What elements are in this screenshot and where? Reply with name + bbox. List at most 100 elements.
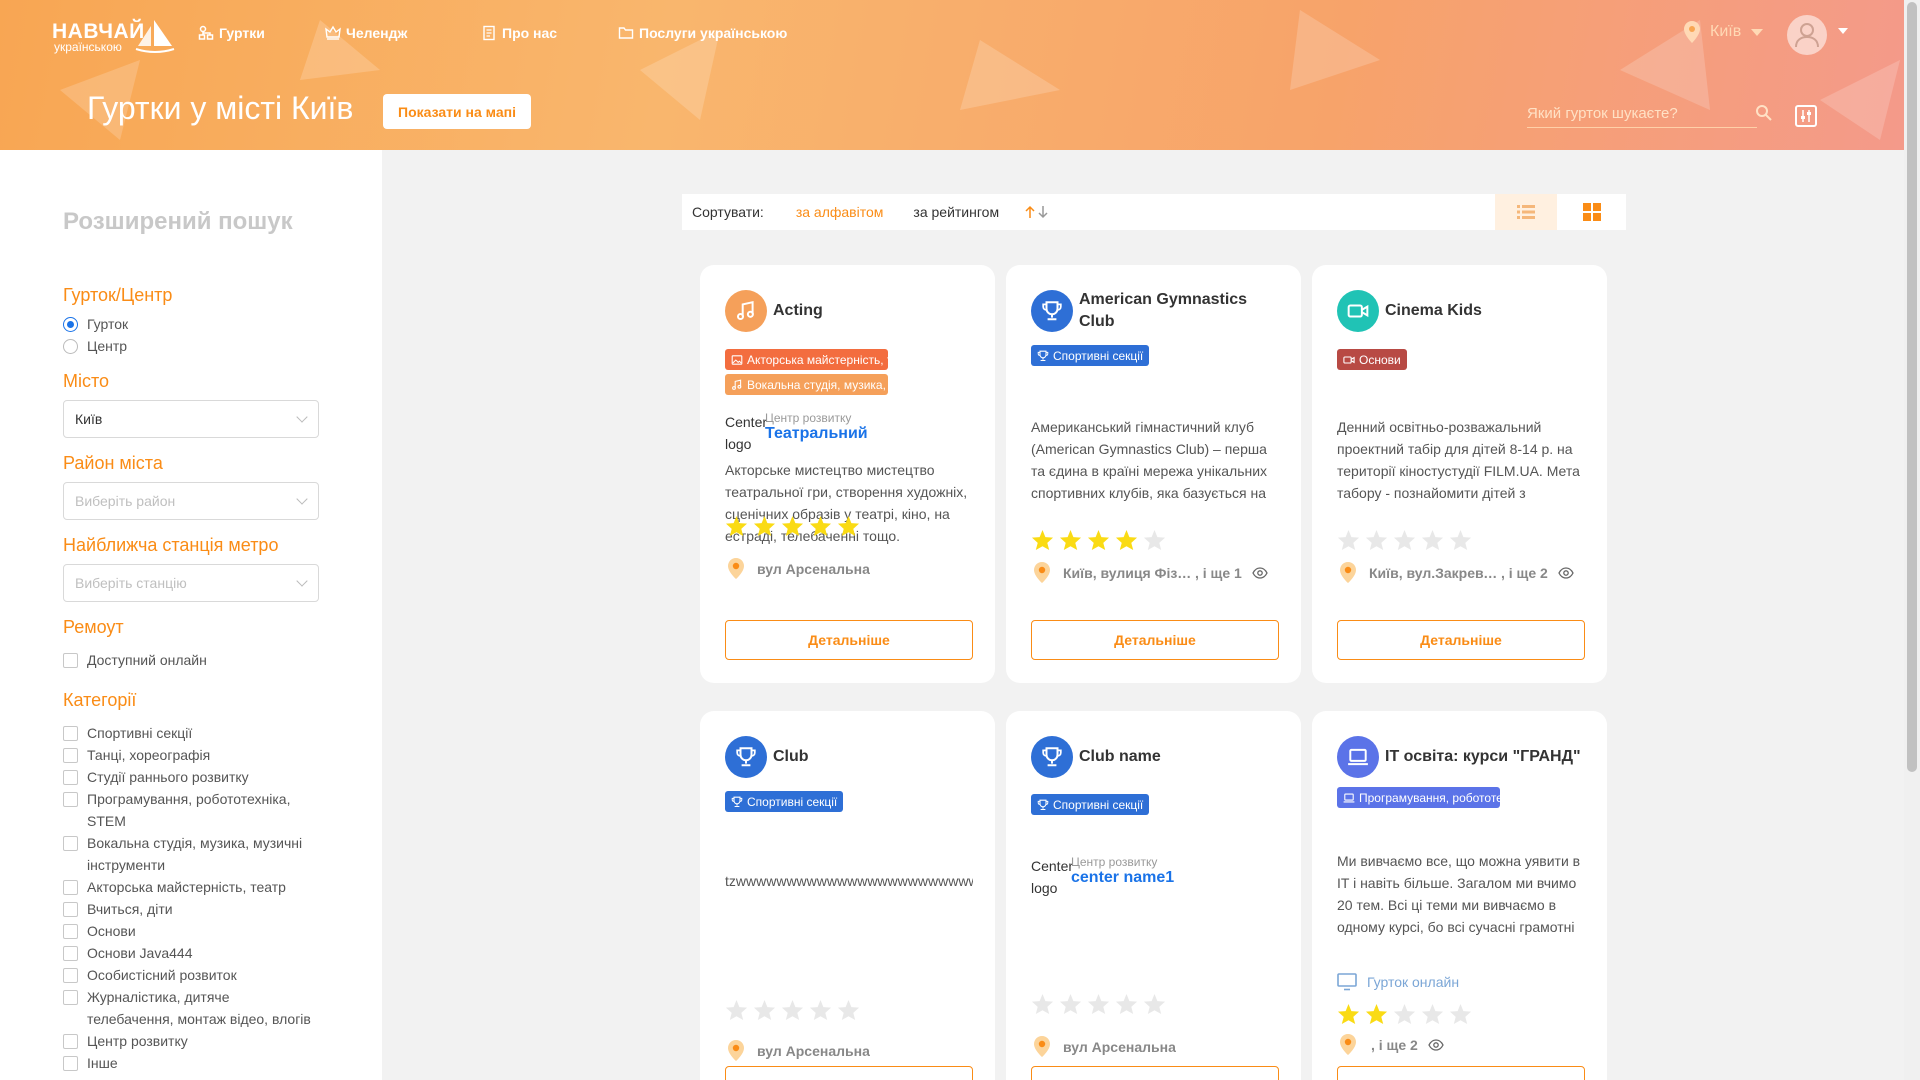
category-option[interactable]: Інше bbox=[63, 1052, 317, 1074]
category-tag[interactable]: Акторська майстерність, театр bbox=[725, 349, 888, 370]
rating-star-icon[interactable] bbox=[1143, 529, 1166, 551]
club-title[interactable]: IT освіта: курси "ГРАНД" bbox=[1385, 746, 1590, 768]
rating-star-icon[interactable] bbox=[1115, 529, 1138, 551]
club-title[interactable]: Cinema Kids bbox=[1385, 300, 1590, 322]
club-card[interactable]: IT освіта: курси "ГРАНД" Програмування, р… bbox=[1312, 711, 1607, 1080]
rating-stars[interactable] bbox=[1031, 529, 1166, 551]
rating-star-icon[interactable] bbox=[725, 515, 748, 537]
checkbox[interactable] bbox=[63, 770, 78, 785]
club-card[interactable]: American Gymnastics Club Спортивні секції… bbox=[1006, 265, 1301, 683]
radio-button[interactable] bbox=[63, 317, 78, 332]
category-option[interactable]: Акторська майстерність, театр bbox=[63, 876, 317, 898]
category-option[interactable]: Основи bbox=[63, 920, 317, 942]
rating-stars[interactable] bbox=[1337, 1003, 1472, 1025]
category-option[interactable]: Особистісний розвиток bbox=[63, 964, 317, 986]
checkbox[interactable] bbox=[63, 880, 78, 895]
checkbox[interactable] bbox=[63, 990, 78, 1005]
logo[interactable]: НАВЧАЙ українською bbox=[52, 18, 175, 58]
rating-star-icon[interactable] bbox=[1087, 529, 1110, 551]
rating-star-icon[interactable] bbox=[1059, 993, 1082, 1015]
rating-star-icon[interactable] bbox=[1393, 529, 1416, 551]
category-tag[interactable]: Спортивні секції bbox=[1031, 794, 1150, 815]
center-block[interactable]: Center logo Центр розвитку center name1 bbox=[1031, 855, 1174, 899]
nav-clubs[interactable]: Гуртки bbox=[198, 25, 265, 41]
category-option[interactable]: Центр розвитку bbox=[63, 1030, 317, 1052]
rating-star-icon[interactable] bbox=[1365, 1003, 1388, 1025]
rating-stars[interactable] bbox=[725, 515, 860, 537]
search-input[interactable] bbox=[1527, 100, 1727, 126]
sort-by-alphabet[interactable]: за алфавітом bbox=[796, 204, 884, 220]
club-address[interactable]: Київ, вулиця Фізкультури, і ще 1 bbox=[1031, 561, 1268, 585]
checkbox[interactable] bbox=[63, 653, 78, 668]
category-option[interactable]: Танці, хореографія bbox=[63, 744, 317, 766]
club-title[interactable]: American Gymnastics Club bbox=[1079, 289, 1284, 333]
category-option[interactable]: Студії раннього розвитку bbox=[63, 766, 317, 788]
club-address[interactable]: Київ, вул.Закревського, і ще 2 bbox=[1337, 561, 1574, 585]
type-option-center[interactable]: Центр bbox=[63, 335, 127, 357]
club-address[interactable]: вул Арсенальна bbox=[725, 557, 870, 581]
checkbox[interactable] bbox=[63, 924, 78, 939]
rating-star-icon[interactable] bbox=[837, 999, 860, 1021]
rating-star-icon[interactable] bbox=[809, 999, 832, 1021]
details-button[interactable]: Детальніше bbox=[1031, 1066, 1279, 1080]
page-scrollbar[interactable] bbox=[1904, 0, 1920, 1080]
remote-option[interactable]: Доступний онлайн bbox=[63, 649, 207, 671]
rating-star-icon[interactable] bbox=[1059, 529, 1082, 551]
category-tag[interactable]: Основи bbox=[1337, 349, 1407, 370]
category-option[interactable]: Основи Java444 bbox=[63, 942, 317, 964]
category-tag[interactable]: Програмування, робототехніка, STEM bbox=[1337, 787, 1500, 808]
city-select[interactable]: Київ bbox=[1682, 20, 1764, 44]
rating-star-icon[interactable] bbox=[1115, 993, 1138, 1015]
grid-view-button[interactable] bbox=[1557, 194, 1626, 230]
type-option-club[interactable]: Гурток bbox=[63, 313, 128, 335]
center-block[interactable]: Center logo Центр розвитку Театральний bbox=[725, 411, 868, 455]
club-card[interactable]: Club name Спортивні секції Center logo Цент… bbox=[1006, 711, 1301, 1080]
category-option[interactable]: Вчиться, діти bbox=[63, 898, 317, 920]
rating-stars[interactable] bbox=[1337, 529, 1472, 551]
checkbox[interactable] bbox=[63, 748, 78, 763]
checkbox[interactable] bbox=[63, 946, 78, 961]
sort-direction-toggle[interactable] bbox=[1024, 205, 1050, 219]
club-address[interactable]: вул Арсенальна bbox=[1031, 1035, 1176, 1059]
checkbox[interactable] bbox=[63, 968, 78, 983]
rating-star-icon[interactable] bbox=[1421, 529, 1444, 551]
rating-stars[interactable] bbox=[725, 999, 860, 1021]
rating-star-icon[interactable] bbox=[1337, 529, 1360, 551]
radio-button[interactable] bbox=[63, 339, 78, 354]
advanced-search-toggle[interactable] bbox=[1795, 105, 1817, 127]
category-option[interactable]: Вокальна студія, музика, музичні інструм… bbox=[63, 832, 317, 876]
district-dropdown[interactable]: Виберіть район bbox=[63, 482, 319, 520]
rating-star-icon[interactable] bbox=[1337, 1003, 1360, 1025]
category-tag[interactable]: Вокальна студія, музика, музичні інструм… bbox=[725, 374, 888, 395]
rating-star-icon[interactable] bbox=[1087, 993, 1110, 1015]
category-tag[interactable]: Спортивні секції bbox=[725, 791, 844, 812]
details-button[interactable]: Детальніше bbox=[725, 1066, 973, 1080]
checkbox[interactable] bbox=[63, 1034, 78, 1049]
details-button[interactable]: Детальніше bbox=[1337, 1066, 1585, 1080]
show-map-button[interactable]: Показати на мапі bbox=[383, 94, 531, 129]
rating-star-icon[interactable] bbox=[809, 515, 832, 537]
rating-star-icon[interactable] bbox=[781, 515, 804, 537]
category-option[interactable]: Журналістика, дитяче телебачення, монтаж… bbox=[63, 986, 317, 1030]
nav-about[interactable]: Про нас bbox=[481, 25, 557, 41]
rating-star-icon[interactable] bbox=[1365, 529, 1388, 551]
list-view-button[interactable] bbox=[1495, 194, 1557, 230]
search-icon[interactable] bbox=[1755, 104, 1773, 122]
rating-star-icon[interactable] bbox=[1143, 993, 1166, 1015]
nav-challenge[interactable]: Челендж bbox=[325, 25, 407, 41]
rating-star-icon[interactable] bbox=[1031, 529, 1054, 551]
nav-services[interactable]: Послуги українською bbox=[618, 25, 787, 41]
club-card[interactable]: Club Спортивні секції tzwwwwwwwwwwwwwwwwww… bbox=[700, 711, 995, 1080]
club-card[interactable]: Cinema Kids Основи Денний освітньо-розважа… bbox=[1312, 265, 1607, 683]
rating-star-icon[interactable] bbox=[1031, 993, 1054, 1015]
metro-dropdown[interactable]: Виберіть станцію bbox=[63, 564, 319, 602]
eye-icon[interactable] bbox=[1428, 1039, 1444, 1051]
club-title[interactable]: Club name bbox=[1079, 746, 1284, 768]
club-title[interactable]: Club bbox=[773, 746, 978, 768]
scrollbar-thumb[interactable] bbox=[1907, 2, 1917, 772]
checkbox[interactable] bbox=[63, 902, 78, 917]
details-button[interactable]: Детальніше bbox=[1031, 620, 1279, 660]
club-card[interactable]: Acting Акторська майстерність, театр Вокал… bbox=[700, 265, 995, 683]
rating-star-icon[interactable] bbox=[753, 999, 776, 1021]
eye-icon[interactable] bbox=[1558, 567, 1574, 579]
